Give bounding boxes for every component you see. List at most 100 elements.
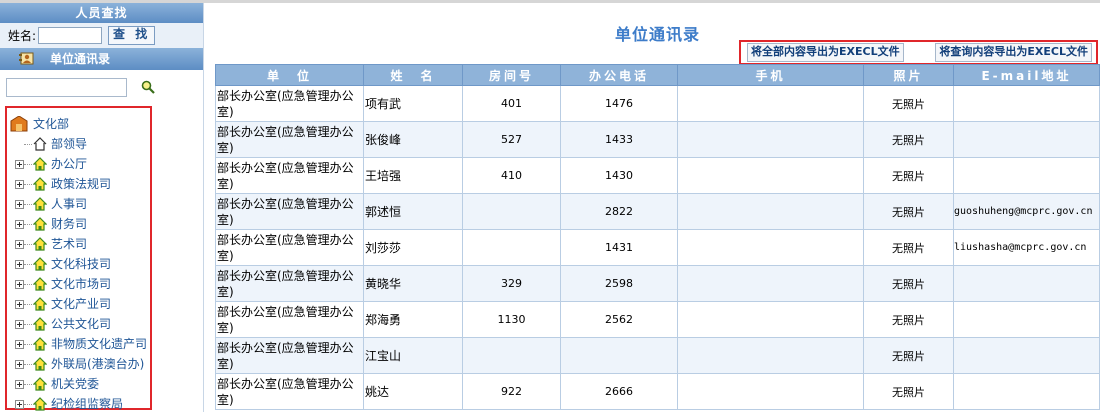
cell-mobile	[677, 157, 864, 194]
folder-icon	[10, 116, 28, 132]
cell-mobile	[677, 373, 864, 410]
expand-icon[interactable]	[15, 180, 24, 189]
table-row[interactable]: 部长办公室(应急管理办公室) 张俊峰 527 1433 无照片	[215, 121, 1100, 158]
tree-connector	[24, 224, 32, 225]
cell-room: 922	[462, 373, 561, 410]
column-header-email[interactable]: E-mail地址	[953, 64, 1100, 86]
column-header-phone[interactable]: 办公电话	[560, 64, 678, 86]
cell-photo[interactable]: 无照片	[863, 157, 954, 194]
cell-email[interactable]	[953, 85, 1100, 122]
tree-item-label: 外联局(港澳台办)	[51, 357, 145, 371]
unit-directory-header: 单位通讯录	[0, 48, 203, 70]
cell-photo[interactable]: 无照片	[863, 337, 954, 374]
cell-room: 1130	[462, 301, 561, 338]
column-header-name[interactable]: 姓 名	[363, 64, 463, 86]
cell-email[interactable]: liushasha@mcprc.gov.cn	[953, 229, 1100, 266]
expand-icon[interactable]	[15, 200, 24, 209]
tree-item-label: 文化产业司	[51, 297, 112, 311]
cell-mobile	[677, 121, 864, 158]
cell-email[interactable]	[953, 265, 1100, 302]
tree-item[interactable]: 非物质文化遗产司	[7, 334, 150, 354]
tree-connector	[24, 324, 32, 325]
house-icon	[33, 337, 47, 351]
tree-item[interactable]: 文化科技司	[7, 254, 150, 274]
cell-photo[interactable]: 无照片	[863, 301, 954, 338]
export-query-button[interactable]: 将查询内容导出为EXECL文件	[935, 43, 1092, 62]
house-icon	[33, 237, 47, 251]
expand-icon[interactable]	[15, 360, 24, 369]
cell-photo[interactable]: 无照片	[863, 193, 954, 230]
cell-phone: 2666	[560, 373, 678, 410]
cell-email[interactable]	[953, 301, 1100, 338]
cell-room	[462, 229, 561, 266]
expand-icon[interactable]	[15, 400, 24, 409]
tree-root[interactable]: 文化部	[7, 114, 150, 134]
export-all-button[interactable]: 将全部内容导出为EXECL文件	[747, 43, 904, 62]
expand-icon[interactable]	[15, 340, 24, 349]
tree-item[interactable]: 纪检组监察局	[7, 394, 150, 414]
expand-icon[interactable]	[15, 280, 24, 289]
tree-item[interactable]: 政策法规司	[7, 174, 150, 194]
cell-photo[interactable]: 无照片	[863, 265, 954, 302]
table-row[interactable]: 部长办公室(应急管理办公室) 姚达 922 2666 无照片	[215, 373, 1100, 410]
cell-room: 329	[462, 265, 561, 302]
search-button[interactable]: 查 找	[108, 26, 156, 45]
expand-icon[interactable]	[15, 320, 24, 329]
person-search-bar: 姓名: 查 找	[0, 23, 203, 48]
table-row[interactable]: 部长办公室(应急管理办公室) 郭述恒 2822 无照片 guoshuheng@mcprc…	[215, 193, 1100, 230]
expand-icon[interactable]	[15, 380, 24, 389]
cell-photo[interactable]: 无照片	[863, 373, 954, 410]
expand-icon[interactable]	[15, 220, 24, 229]
tree-connector	[24, 384, 32, 385]
cell-email[interactable]	[953, 121, 1100, 158]
tree-item[interactable]: 文化产业司	[7, 294, 150, 314]
tree-connector	[24, 284, 32, 285]
cell-email[interactable]: guoshuheng@mcprc.gov.cn	[953, 193, 1100, 230]
cell-photo[interactable]: 无照片	[863, 229, 954, 266]
expand-icon[interactable]	[15, 160, 24, 169]
tree-item[interactable]: 办公厅	[7, 154, 150, 174]
tree-connector	[24, 204, 32, 205]
house-icon	[33, 257, 47, 271]
cell-name: 张俊峰	[363, 121, 463, 158]
tree-item[interactable]: 财务司	[7, 214, 150, 234]
cell-phone: 1430	[560, 157, 678, 194]
column-header-room[interactable]: 房间号	[462, 64, 561, 86]
tree-item[interactable]: 机关党委	[7, 374, 150, 394]
tree-item[interactable]: 公共文化司	[7, 314, 150, 334]
column-header-photo[interactable]: 照片	[863, 64, 954, 86]
search-icon[interactable]	[141, 80, 155, 94]
tree-connector	[24, 264, 32, 265]
cell-photo[interactable]: 无照片	[863, 121, 954, 158]
cell-mobile	[677, 301, 864, 338]
tree-item[interactable]: 艺术司	[7, 234, 150, 254]
tree-item[interactable]: 外联局(港澳台办)	[7, 354, 150, 374]
person-search-header: 人员查找	[0, 3, 203, 23]
table-row[interactable]: 部长办公室(应急管理办公室) 刘莎莎 1431 无照片 liushasha@mcprc.…	[215, 229, 1100, 266]
expand-icon[interactable]	[15, 260, 24, 269]
name-search-input[interactable]	[38, 27, 103, 44]
column-header-mobile[interactable]: 手机	[677, 64, 864, 86]
expand-icon[interactable]	[15, 240, 24, 249]
table-row[interactable]: 部长办公室(应急管理办公室) 黄晓华 329 2598 无照片	[215, 265, 1100, 302]
table-row[interactable]: 部长办公室(应急管理办公室) 项有武 401 1476 无照片	[215, 85, 1100, 122]
column-header-unit[interactable]: 单 位	[215, 64, 364, 86]
cell-email[interactable]	[953, 157, 1100, 194]
tree-connector	[24, 344, 32, 345]
tree-item[interactable]: 部领导	[7, 134, 150, 154]
table-row[interactable]: 部长办公室(应急管理办公室) 郑海勇 1130 2562 无照片	[215, 301, 1100, 338]
table-row[interactable]: 部长办公室(应急管理办公室) 江宝山 无照片	[215, 337, 1100, 374]
tree-filter-input[interactable]	[6, 77, 127, 97]
table-row[interactable]: 部长办公室(应急管理办公室) 王培强 410 1430 无照片	[215, 157, 1100, 194]
tree-item[interactable]: 人事司	[7, 194, 150, 214]
cell-email[interactable]	[953, 373, 1100, 410]
house-icon	[33, 217, 47, 231]
cell-email[interactable]	[953, 337, 1100, 374]
cell-photo[interactable]: 无照片	[863, 85, 954, 122]
tree-item[interactable]: 文化市场司	[7, 274, 150, 294]
cell-room: 527	[462, 121, 561, 158]
cell-unit: 部长办公室(应急管理办公室)	[215, 85, 364, 122]
tree-item-label: 文化市场司	[51, 277, 112, 291]
house-icon	[33, 157, 47, 171]
expand-icon[interactable]	[15, 300, 24, 309]
